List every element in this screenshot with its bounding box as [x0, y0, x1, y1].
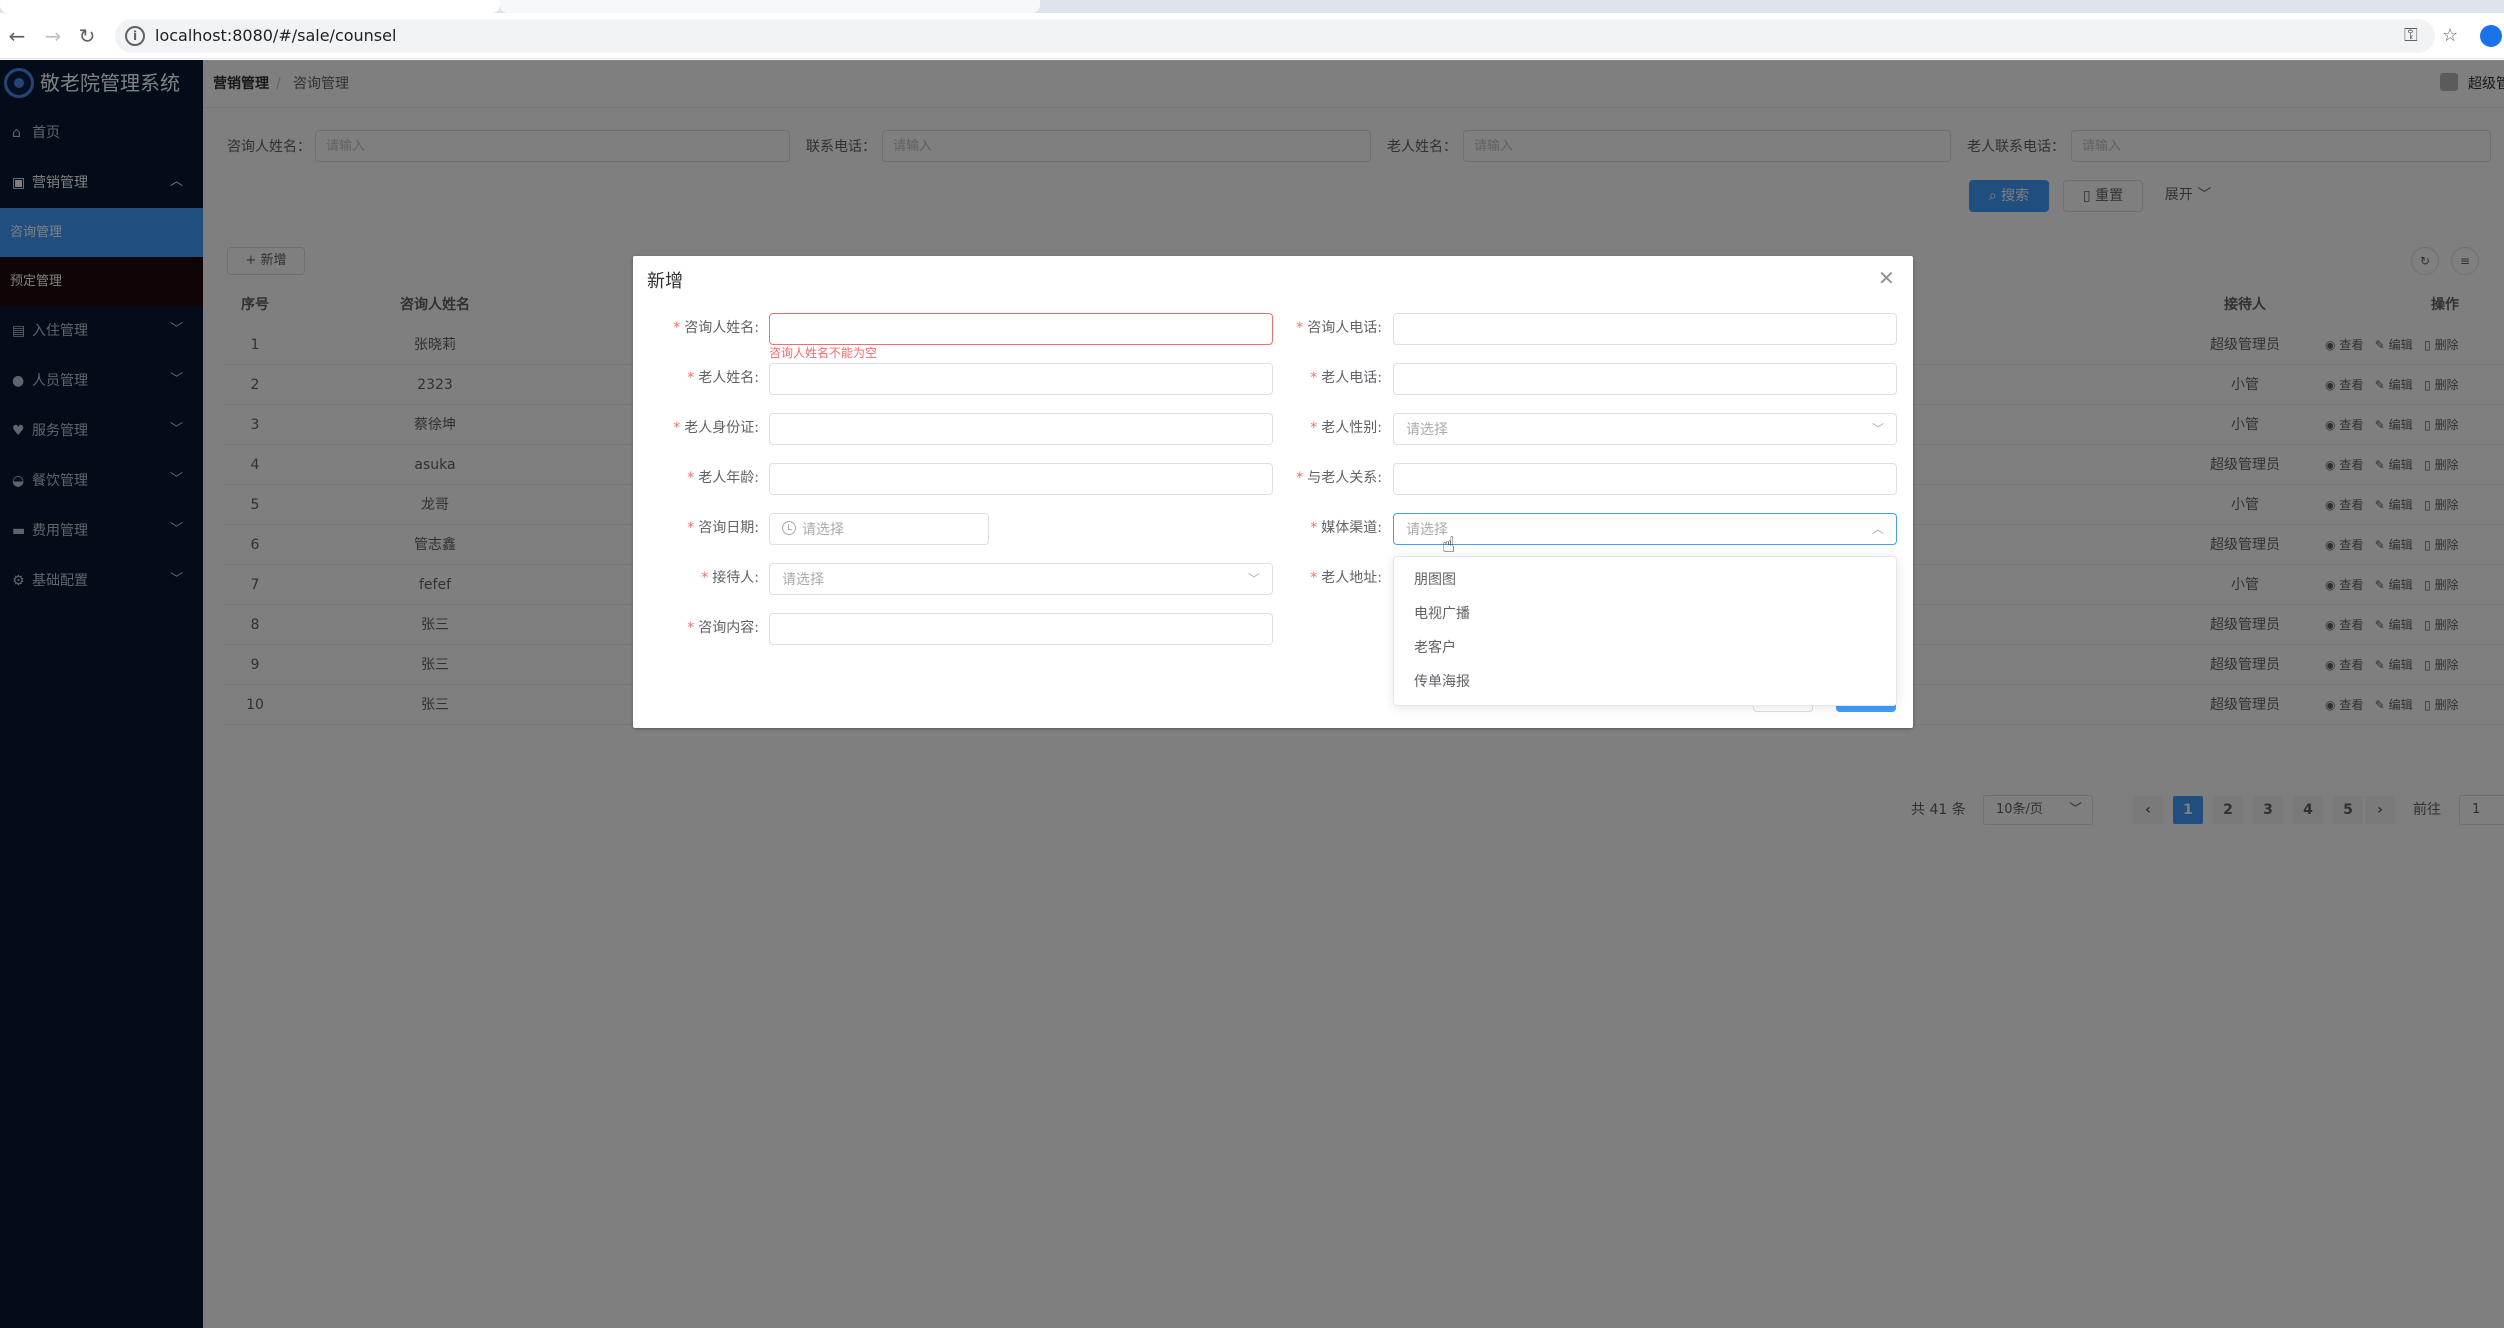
profile-icon[interactable] [2480, 25, 2502, 47]
label-text: 媒体渠道: [1321, 520, 1382, 536]
media-select[interactable]: 请选择 ︿ [1393, 513, 1897, 545]
hand-cursor-icon: ☝ [1442, 533, 1456, 558]
consultant-name-input[interactable] [769, 313, 1273, 345]
required-mark: * [673, 420, 681, 436]
browser-toolbar: ← → ↻ i localhost:8080/#/sale/counsel ⚿ … [0, 13, 2504, 59]
label-text: 老人性别: [1321, 420, 1382, 436]
required-mark: * [687, 620, 695, 636]
required-mark: * [1296, 470, 1304, 486]
dialog-title: 新增 [647, 271, 683, 292]
label-elder-age: * 老人年龄: [687, 468, 759, 488]
label-text: 咨询内容: [698, 620, 759, 636]
dropdown-option[interactable]: 传单海报 [1394, 665, 1896, 699]
browser-tab-strip [0, 0, 2504, 13]
label-consultant-phone: * 咨询人电话: [1296, 318, 1382, 338]
label-text: 老人地址: [1321, 570, 1382, 586]
address-bar[interactable]: i localhost:8080/#/sale/counsel [115, 19, 2435, 53]
required-mark: * [701, 570, 709, 586]
required-mark: * [1310, 570, 1318, 586]
label-elder-name: * 老人姓名: [687, 368, 759, 388]
elder-id-input[interactable] [769, 413, 1273, 445]
receiver-select[interactable]: 请选择 ﹀ [769, 563, 1273, 595]
required-mark: * [687, 470, 695, 486]
label-relation: * 与老人关系: [1296, 468, 1382, 488]
label-text: 与老人关系: [1307, 470, 1382, 486]
required-mark: * [1296, 320, 1304, 336]
chevron-up-icon: ︿ [1871, 522, 1884, 536]
browser-tab-active[interactable] [0, 0, 500, 13]
placeholder: 请选择 [782, 572, 824, 588]
label-text: 咨询人电话: [1307, 320, 1382, 336]
forward-icon[interactable]: → [40, 23, 66, 49]
consultant-phone-input[interactable] [1393, 313, 1897, 345]
consultant-name-error: 咨询人姓名不能为空 [769, 346, 878, 360]
required-mark: * [1310, 420, 1318, 436]
label-text: 老人身份证: [684, 420, 759, 436]
site-info-icon[interactable]: i [125, 26, 145, 46]
label-elder-gender: * 老人性别: [1310, 418, 1382, 438]
url-text: localhost:8080/#/sale/counsel [155, 26, 397, 45]
content-input[interactable] [769, 613, 1273, 645]
chevron-down-icon: ﹀ [1247, 572, 1260, 586]
label-text: 咨询日期: [698, 520, 759, 536]
elder-phone-input[interactable] [1393, 363, 1897, 395]
label-elder-id: * 老人身份证: [673, 418, 759, 438]
elder-name-input[interactable] [769, 363, 1273, 395]
dropdown-option[interactable]: 老客户 [1394, 631, 1896, 665]
label-content: * 咨询内容: [687, 618, 759, 638]
required-mark: * [673, 320, 681, 336]
placeholder: 请选择 [1406, 422, 1448, 438]
dropdown-option[interactable]: 朋图图 [1394, 563, 1896, 597]
key-icon[interactable]: ⚿ [2404, 24, 2418, 48]
reload-icon[interactable]: ↻ [74, 23, 100, 49]
close-icon[interactable]: ✕ [1878, 266, 1895, 290]
back-icon[interactable]: ← [4, 23, 30, 49]
label-media: * 媒体渠道: [1310, 518, 1382, 538]
label-text: 老人年龄: [698, 470, 759, 486]
label-text: 咨询人姓名: [684, 320, 759, 336]
chevron-down-icon: ﹀ [1871, 422, 1884, 436]
consult-date-picker[interactable]: 请选择 [769, 513, 989, 545]
media-dropdown: 朋图图 电视广播 老客户 传单海报 [1393, 556, 1897, 706]
label-elder-address: * 老人地址: [1310, 568, 1382, 588]
label-receiver: * 接待人: [701, 568, 759, 588]
required-mark: * [687, 520, 695, 536]
label-elder-phone: * 老人电话: [1310, 368, 1382, 388]
clock-icon [782, 521, 796, 535]
required-mark: * [1310, 370, 1318, 386]
relation-input[interactable] [1393, 463, 1897, 495]
browser-tab[interactable] [500, 0, 1040, 13]
label-consultant-name: * 咨询人姓名: [673, 318, 759, 338]
elder-age-input[interactable] [769, 463, 1273, 495]
label-consult-date: * 咨询日期: [687, 518, 759, 538]
label-text: 老人电话: [1321, 370, 1382, 386]
star-icon[interactable]: ☆ [2442, 24, 2458, 48]
placeholder: 请选择 [802, 522, 844, 538]
label-text: 老人姓名: [698, 370, 759, 386]
dropdown-option[interactable]: 电视广播 [1394, 597, 1896, 631]
required-mark: * [687, 370, 695, 386]
label-text: 接待人: [712, 570, 759, 586]
elder-gender-select[interactable]: 请选择 ﹀ [1393, 413, 1897, 445]
required-mark: * [1310, 520, 1318, 536]
